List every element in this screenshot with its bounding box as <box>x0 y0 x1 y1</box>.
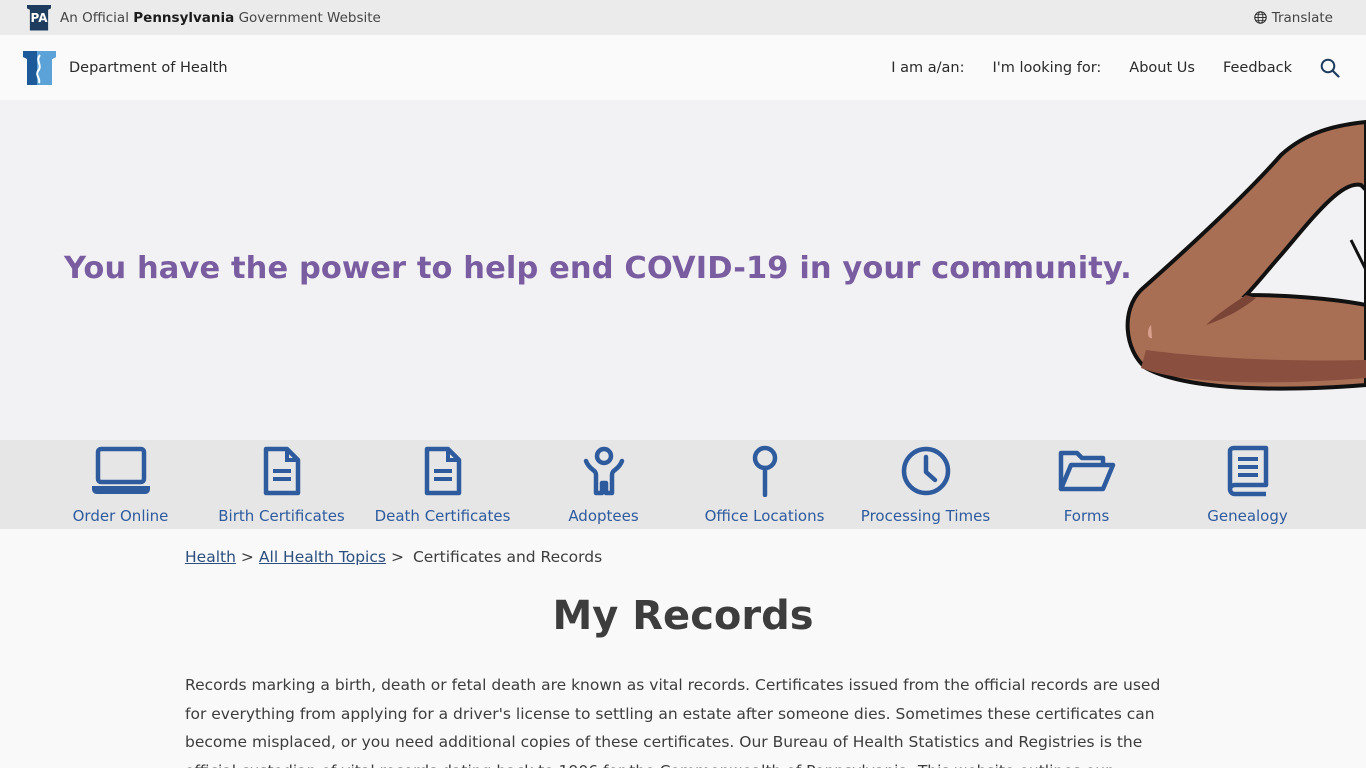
folder-open-icon <box>1058 450 1115 492</box>
quick-link-adoptees[interactable]: Adoptees <box>523 440 684 529</box>
document-icon <box>424 446 461 496</box>
quick-link-label: Processing Times <box>860 507 991 525</box>
official-notice: PA An Official Pennsylvania Government W… <box>27 4 381 31</box>
quick-link-death-certificates[interactable]: Death Certificates <box>362 440 523 529</box>
nav-about-us[interactable]: About Us <box>1129 60 1195 76</box>
pa-keystone-badge: PA <box>27 4 51 31</box>
hero-headline[interactable]: You have the power to help end COVID-19 … <box>64 251 1132 286</box>
quick-link-label: Death Certificates <box>374 507 511 525</box>
nav-feedback[interactable]: Feedback <box>1223 60 1292 76</box>
clock-icon <box>901 446 950 496</box>
nav-looking-for[interactable]: I'm looking for: <box>993 60 1102 76</box>
department-name: Department of Health <box>69 59 228 76</box>
official-state: Pennsylvania <box>133 9 235 26</box>
map-pin-icon <box>752 445 777 497</box>
intro-paragraph: Records marking a birth, death or fetal … <box>185 676 1161 768</box>
breadcrumb-separator: > <box>240 548 254 566</box>
quick-link-label: Genealogy <box>1207 507 1288 525</box>
quick-link-label: Forms <box>1063 507 1110 525</box>
person-icon <box>583 446 624 496</box>
quick-link-label: Birth Certificates <box>218 507 345 525</box>
laptop-icon <box>91 446 150 494</box>
breadcrumb: Health > All Health Topics > Certificate… <box>185 548 602 566</box>
translate-label: Translate <box>1271 9 1333 26</box>
nav-i-am[interactable]: I am a/an: <box>891 60 964 76</box>
page-title: My Records <box>552 593 814 639</box>
quick-link-processing-times[interactable]: Processing Times <box>845 440 1006 529</box>
quick-links-bar: Order Online Birth Certificates Death Ce… <box>0 440 1366 529</box>
quick-link-genealogy[interactable]: Genealogy <box>1167 440 1328 529</box>
document-icon <box>263 446 300 496</box>
book-icon <box>1227 445 1268 497</box>
brand-home-link[interactable]: Department of Health <box>23 50 228 85</box>
search-icon[interactable] <box>1320 58 1340 78</box>
breadcrumb-all-health-topics-link[interactable]: All Health Topics <box>259 548 386 566</box>
hero-banner[interactable]: You have the power to help end COVID-19 … <box>0 100 1366 440</box>
globe-icon <box>1253 11 1267 24</box>
official-prefix: An Official <box>60 9 129 26</box>
official-government-bar: PA An Official Pennsylvania Government W… <box>0 0 1366 35</box>
quick-link-birth-certificates[interactable]: Birth Certificates <box>201 440 362 529</box>
pa-keystone-logo-icon <box>23 50 56 85</box>
quick-link-order-online[interactable]: Order Online <box>40 440 201 529</box>
breadcrumb-current: Certificates and Records <box>412 548 603 566</box>
official-notice-text: An Official Pennsylvania Government Webs… <box>60 10 381 26</box>
hero-arm-illustration <box>1125 119 1366 391</box>
quick-link-label: Adoptees <box>568 507 639 525</box>
quick-link-office-locations[interactable]: Office Locations <box>684 440 845 529</box>
official-suffix: Government Website <box>238 9 381 26</box>
main-nav: I am a/an: I'm looking for: About Us Fee… <box>891 58 1340 78</box>
quick-link-forms[interactable]: Forms <box>1006 440 1167 529</box>
translate-button[interactable]: Translate <box>1253 9 1333 26</box>
quick-link-label: Office Locations <box>704 507 825 525</box>
breadcrumb-separator: > <box>390 548 404 566</box>
quick-link-label: Order Online <box>72 507 169 525</box>
site-header: Department of Health I am a/an: I'm look… <box>0 35 1366 100</box>
breadcrumb-health-link[interactable]: Health <box>185 548 236 566</box>
